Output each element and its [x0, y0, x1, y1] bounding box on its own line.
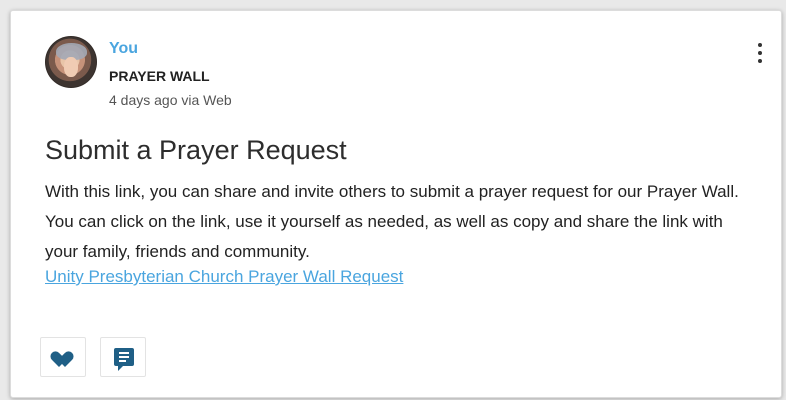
post-group[interactable]: PRAYER WALL	[109, 68, 210, 84]
more-dot-icon	[758, 51, 762, 55]
comment-button[interactable]	[100, 337, 146, 377]
more-dot-icon	[758, 43, 762, 47]
post-card: You PRAYER WALL 4 days ago via Web Submi…	[10, 10, 782, 398]
post-body: With this link, you can share and invite…	[45, 182, 739, 261]
more-vertical-icon[interactable]	[754, 41, 766, 67]
more-dot-icon	[758, 59, 762, 63]
post-author[interactable]: You	[109, 40, 138, 58]
comment-icon	[114, 348, 134, 371]
post-title: Submit a Prayer Request	[45, 135, 347, 165]
heart-icon	[55, 352, 73, 367]
post-meta: 4 days ago via Web	[109, 92, 232, 108]
avatar[interactable]	[45, 36, 97, 88]
prayer-wall-request-link[interactable]: Unity Presbyterian Church Prayer Wall Re…	[45, 266, 403, 288]
like-button[interactable]	[40, 337, 86, 377]
